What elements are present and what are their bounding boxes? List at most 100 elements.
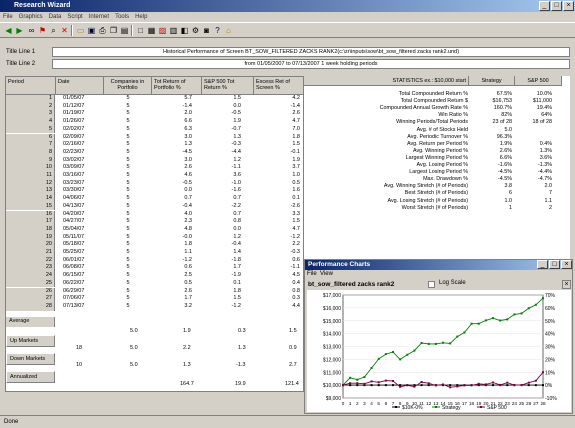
- x-tick-label: 1: [349, 401, 352, 406]
- perf-menu-file[interactable]: File: [307, 271, 317, 277]
- x-tick-label: 18: [469, 401, 475, 406]
- table-row[interactable]: 2 01/12/07 5 -1.4 0.0 -1.4: [6, 102, 303, 111]
- excess-return: 2.2: [292, 241, 300, 248]
- header-excess-return[interactable]: Excess Ret of Screen %: [254, 77, 303, 95]
- table-row[interactable]: 21 05/25/07 5 1.1 1.4 -0.3: [6, 249, 303, 257]
- search-icon[interactable]: ⌕: [48, 25, 59, 36]
- open-folder-icon[interactable]: ▭: [75, 25, 86, 36]
- table-row[interactable]: 26 06/29/07 5 2.6 1.8 0.8: [6, 287, 303, 296]
- table-row[interactable]: 4 01/26/07 5 6.6 1.9 4.7: [6, 118, 303, 126]
- table-row[interactable]: 28 07/13/07 5 3.2 -1.2 4.4: [6, 302, 303, 311]
- stat-sp500-value: 1.1: [544, 197, 553, 204]
- table-row[interactable]: 5 02/02/07 5 6.3 -0.7 7.0: [6, 125, 303, 134]
- period-date: 06/01/07: [63, 256, 85, 263]
- title-line-1-field[interactable]: Historical Performance of Screen BT_SOW_…: [52, 47, 570, 57]
- close-button[interactable]: ×: [563, 1, 574, 11]
- menu-graphics[interactable]: Graphics: [16, 12, 46, 22]
- table-row[interactable]: 27 07/06/07 5 1.7 1.5 0.3: [6, 295, 303, 303]
- x-tick-label: 7: [392, 401, 395, 406]
- header-period[interactable]: Period: [6, 77, 56, 95]
- perf-menu-view[interactable]: View: [320, 271, 333, 277]
- tot-return: 4.8: [184, 225, 192, 232]
- help-icon[interactable]: ?: [212, 25, 223, 36]
- table-row[interactable]: 14 04/06/07 5 0.7 0.7 0.1: [6, 195, 303, 203]
- summary-up-markets-label[interactable]: Up Markets: [6, 335, 55, 347]
- table-row[interactable]: 24 06/15/07 5 2.5 -1.9 4.5: [6, 272, 303, 280]
- menu-file[interactable]: File: [0, 12, 16, 22]
- settings-icon[interactable]: ◧: [179, 25, 190, 36]
- sp-return: 1.2: [233, 156, 241, 163]
- new-document-icon[interactable]: □: [135, 25, 146, 36]
- back-arrow-icon[interactable]: ◀: [3, 25, 14, 36]
- stats-header-label[interactable]: STATISTICS ex.: $10,000 start: [304, 76, 469, 86]
- table-row[interactable]: 19 05/11/07 5 -0.0 1.2 -1.2: [6, 233, 303, 242]
- table-row[interactable]: 10 03/09/07 5 2.6 -1.1 3.7: [6, 164, 303, 172]
- table-row[interactable]: 3 01/19/07 5 2.0 -0.5 2.6: [6, 110, 303, 119]
- perf-close-button[interactable]: ×: [561, 260, 572, 269]
- spreadsheet-icon[interactable]: ▦: [146, 25, 157, 36]
- save-icon[interactable]: ▣: [86, 25, 97, 36]
- table-row[interactable]: 13 03/30/07 5 0.0 -1.6 1.6: [6, 187, 303, 196]
- perf-minimize-button[interactable]: _: [537, 260, 548, 269]
- summary-annualized-label[interactable]: Annualized: [6, 371, 55, 383]
- companies-count: 5: [126, 241, 130, 248]
- menu-internet[interactable]: Internet: [86, 12, 112, 22]
- report-icon[interactable]: ▥: [168, 25, 179, 36]
- summary-up-companies: 5.0: [130, 345, 138, 351]
- paste-icon[interactable]: ▤: [119, 25, 130, 36]
- header-date[interactable]: Date: [56, 77, 104, 95]
- minimize-button[interactable]: _: [539, 1, 550, 11]
- window-title: Research Wizard: [0, 0, 575, 12]
- stop-icon[interactable]: ✕: [59, 25, 70, 36]
- series-point: [449, 386, 452, 389]
- gear-icon[interactable]: ⚙: [190, 25, 201, 36]
- table-row[interactable]: 1 01/05/07 5 5.7 1.5 4.2: [6, 95, 303, 103]
- copy-icon[interactable]: ❐: [108, 25, 119, 36]
- summary-average-tot: 1.9: [183, 328, 191, 334]
- table-row[interactable]: 18 05/04/07 5 4.8 0.0 4.7: [6, 225, 303, 234]
- table-row[interactable]: 15 04/13/07 5 -0.4 -2.2 -2.6: [6, 202, 303, 211]
- menu-tools[interactable]: Tools: [112, 12, 132, 22]
- header-companies[interactable]: Companies in Portfolio: [104, 77, 152, 95]
- table-row[interactable]: 12 03/23/07 5 -0.5 -1.0 0.5: [6, 179, 303, 188]
- sp-return: -1.0: [231, 179, 241, 186]
- menu-script[interactable]: Script: [64, 12, 85, 22]
- camera-icon[interactable]: ◙: [201, 25, 212, 36]
- table-row[interactable]: 6 02/09/07 5 3.0 1.3 1.8: [6, 133, 303, 142]
- forward-arrow-icon[interactable]: ▶: [14, 25, 25, 36]
- menu-help[interactable]: Help: [132, 12, 150, 22]
- table-row[interactable]: 17 04/27/07 5 2.3 0.8 1.5: [6, 218, 303, 226]
- excess-return: 3.7: [292, 164, 300, 171]
- header-tot-return[interactable]: Tot Return of Portfolio %: [152, 77, 202, 95]
- maximize-button[interactable]: □: [551, 1, 562, 11]
- table-row[interactable]: 20 05/18/07 5 1.8 -0.4 2.2: [6, 241, 303, 249]
- table-row[interactable]: 7 02/16/07 5 1.3 -0.3 1.5: [6, 141, 303, 149]
- series-point: [513, 384, 516, 387]
- print-icon[interactable]: ⎙: [97, 25, 108, 36]
- period-date: 07/13/07: [63, 302, 85, 309]
- table-row[interactable]: 23 06/08/07 5 0.6 1.7 -1.1: [6, 264, 303, 273]
- table-row[interactable]: 25 06/22/07 5 0.5 0.1 0.4: [6, 279, 303, 288]
- header-sp-return[interactable]: S&P 500 Tot Return %: [202, 77, 254, 95]
- perf-maximize-button[interactable]: □: [549, 260, 560, 269]
- table-row[interactable]: 8 02/23/07 5 -4.5 -4.4 -0.1: [6, 148, 303, 157]
- period-number: 27: [6, 295, 55, 303]
- tot-return: 6.3: [184, 125, 192, 132]
- menu-data[interactable]: Data: [46, 12, 65, 22]
- log-scale-checkbox[interactable]: [428, 281, 435, 288]
- run-icon[interactable]: ⚑: [37, 25, 48, 36]
- chart-close-icon[interactable]: ×: [562, 280, 571, 289]
- title-line-2-field[interactable]: from 01/05/2007 to 07/13/2007 1 week hol…: [52, 59, 570, 69]
- chart-icon[interactable]: ▨: [157, 25, 168, 36]
- table-row[interactable]: 11 03/16/07 5 4.6 3.6 1.0: [6, 172, 303, 180]
- table-row[interactable]: 22 06/01/07 5 -1.2 -1.8 0.6: [6, 256, 303, 265]
- table-row[interactable]: 9 03/02/07 5 3.0 1.2 1.9: [6, 156, 303, 165]
- binoculars-icon[interactable]: ∞: [26, 25, 37, 36]
- summary-down-markets-label[interactable]: Down Markets: [6, 353, 55, 365]
- refresh-icon[interactable]: ⌂: [223, 25, 234, 36]
- stat-strategy-value: 1: [509, 204, 512, 211]
- stats-header-strategy[interactable]: Strategy: [469, 76, 515, 86]
- stats-header-sp500[interactable]: S&P 500: [515, 76, 562, 86]
- excess-return: 0.8: [292, 287, 300, 294]
- table-row[interactable]: 16 04/20/07 5 4.0 0.7 3.3: [6, 210, 303, 219]
